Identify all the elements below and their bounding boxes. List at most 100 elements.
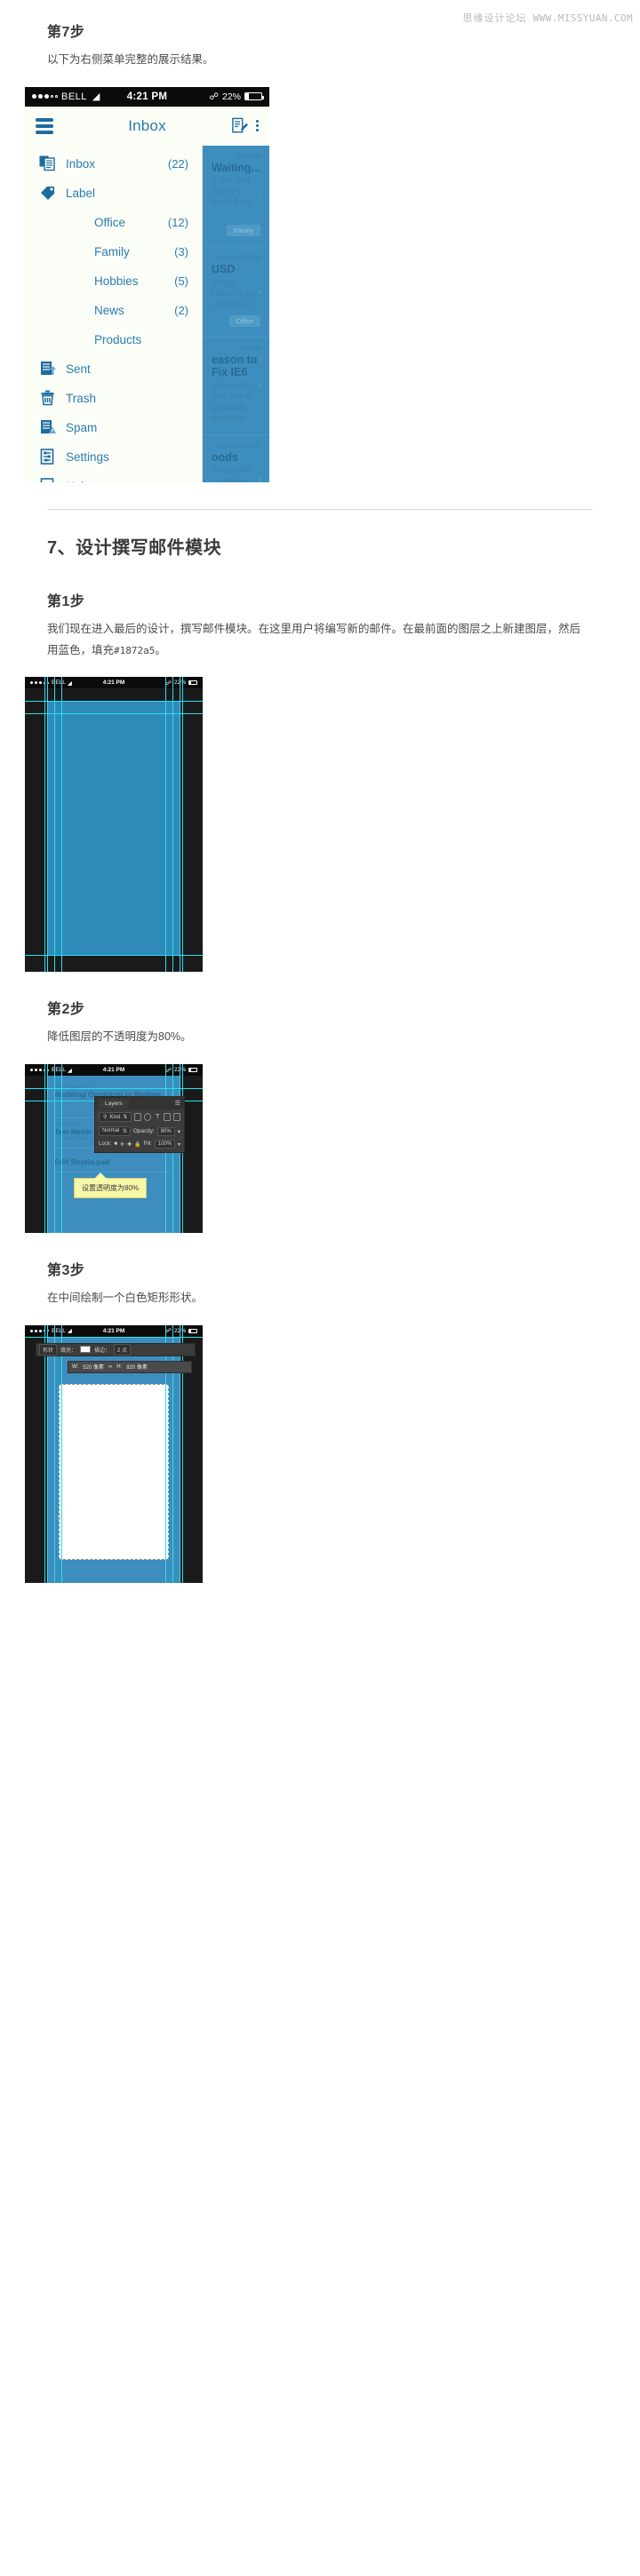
menu-label: Family bbox=[94, 244, 130, 258]
lock-brush-icon[interactable]: ✢ bbox=[120, 1141, 124, 1148]
blue-fill-layer bbox=[47, 701, 180, 957]
menu-count: (5) bbox=[174, 274, 188, 288]
nav-actions bbox=[232, 117, 259, 134]
email-date: Sunday, 16 Dec bbox=[216, 442, 260, 449]
spam-icon bbox=[37, 418, 57, 436]
email-subject: Edit Studio.psd bbox=[54, 1157, 110, 1167]
menu-label: Office bbox=[94, 215, 126, 229]
menu-item-settings[interactable]: Settings bbox=[25, 442, 203, 472]
fill-value[interactable]: 100% bbox=[154, 1140, 175, 1149]
chevron-updown-icon: ⇅ bbox=[123, 1115, 128, 1120]
filter-type-icon[interactable]: T bbox=[154, 1113, 161, 1121]
fill-color-swatch[interactable] bbox=[80, 1346, 92, 1354]
email-snippet: songs. Haven't ou can hear it bbox=[212, 277, 254, 310]
email-subject: oods bbox=[212, 450, 238, 464]
opacity-label: Opacity: bbox=[132, 1128, 155, 1134]
menu-sublabel-hobbies[interactable]: Hobbies (5) bbox=[25, 266, 203, 296]
lock-move-icon[interactable]: ✚ bbox=[127, 1141, 132, 1148]
step3-description: 在中间绘制一个白色矩形形状。 bbox=[47, 1292, 204, 1304]
tool-mode-dropdown[interactable]: 形状 bbox=[39, 1343, 58, 1356]
shape-options-bar: 形状 填充： 描边： 2 点 bbox=[36, 1342, 196, 1356]
guide-vertical bbox=[54, 1324, 55, 1583]
hamburger-menu-icon[interactable] bbox=[36, 117, 53, 134]
stroke-width-value[interactable]: 2 点 bbox=[114, 1343, 132, 1356]
blend-mode-dropdown[interactable]: Normal ⇅ bbox=[99, 1126, 131, 1136]
menu-sublabel-family[interactable]: Family (3) bbox=[25, 237, 203, 266]
guide-vertical bbox=[54, 1064, 55, 1233]
screenshot-opacity-80: BELL ◢ 4:21 PM ☍ 22% Alex, Dave, Rick We… bbox=[25, 1064, 203, 1233]
menu-sublabel-office[interactable]: Office (12) bbox=[25, 208, 203, 237]
menu-item-help[interactable]: ? Help bbox=[25, 472, 203, 482]
status-time: 4:21 PM bbox=[102, 1067, 125, 1073]
chevron-right-icon: › bbox=[258, 378, 262, 392]
email-date: 2:04 PM bbox=[236, 153, 260, 160]
chevron-right-icon: › bbox=[258, 473, 262, 482]
phone-status-bar: BELL ◢ 4:21 PM ☍ 22% bbox=[25, 677, 203, 689]
bluetooth-icon: ☍ bbox=[209, 91, 219, 102]
shape-dimension-hud: W: 520 像素 ∞ H: 820 像素 bbox=[68, 1360, 192, 1373]
email-row[interactable]: Thursd eason to Fix IE6 ugh about that a… bbox=[203, 338, 269, 435]
filter-adjustment-icon[interactable] bbox=[144, 1113, 152, 1121]
menu-item-sent[interactable]: Sent bbox=[25, 354, 203, 384]
menu-label: Help bbox=[66, 480, 188, 482]
email-row[interactable]: 2:04 PM Waiting... n our dad. The d in t… bbox=[203, 146, 269, 248]
guide-vertical bbox=[61, 1064, 62, 1233]
filter-row: ⚲ Kind ⇅ T bbox=[95, 1109, 184, 1125]
step1-color-code: #1872a5 bbox=[114, 644, 156, 656]
email-row[interactable]: Sunday, 14 Dec USD songs. Haven't ou can… bbox=[203, 247, 269, 338]
email-row[interactable]: Sunday, 16 Dec oods some skill on snow l… bbox=[203, 435, 269, 482]
chevron-down-icon[interactable]: ▾ bbox=[178, 1128, 180, 1135]
guide-horizontal bbox=[25, 955, 203, 957]
menu-label: Spam bbox=[66, 420, 98, 434]
guide-vertical bbox=[47, 1324, 48, 1583]
tab-layers[interactable]: Layers bbox=[99, 1098, 129, 1109]
panel-tab-bar: Layers ☰ bbox=[95, 1097, 184, 1109]
dimmed-email-list: 2:04 PM Waiting... n our dad. The d in t… bbox=[203, 145, 269, 482]
phone-status-bar: BELL ◢ 4:21 PM ☍ 22% bbox=[25, 86, 269, 107]
guide-horizontal bbox=[25, 701, 203, 703]
filter-shape-icon[interactable] bbox=[164, 1113, 172, 1121]
compose-icon[interactable] bbox=[232, 117, 248, 134]
lock-transparent-icon[interactable]: ■ bbox=[114, 1141, 117, 1147]
guide-vertical bbox=[47, 677, 48, 973]
status-time: 4:21 PM bbox=[102, 1327, 125, 1334]
width-value: 520 像素 bbox=[83, 1365, 104, 1371]
menu-label: Settings bbox=[66, 449, 109, 464]
menu-count: (2) bbox=[174, 303, 188, 317]
panel-menu-icon[interactable]: ☰ bbox=[175, 1100, 180, 1107]
site-watermark: 思缘设计论坛 WWW.MISSYUAN.COM bbox=[463, 11, 633, 25]
menu-label: News bbox=[94, 303, 124, 317]
search-icon: ⚲ bbox=[103, 1115, 108, 1120]
guide-horizontal bbox=[25, 713, 203, 715]
opacity-value[interactable]: 80% bbox=[156, 1126, 175, 1136]
blend-opacity-row: Normal ⇅ Opacity: 80% ▾ bbox=[95, 1125, 184, 1138]
menu-sublabel-products[interactable]: Products bbox=[25, 325, 203, 354]
email-date: Sunday, 14 Dec bbox=[216, 255, 260, 262]
chevron-down-icon[interactable]: ▾ bbox=[178, 1141, 180, 1148]
phone-status-bar: BELL ◢ 4:21 PM ☍ 22% bbox=[25, 1064, 203, 1076]
wifi-icon: ◢ bbox=[92, 91, 100, 103]
menu-label: Label bbox=[66, 186, 96, 200]
guide-vertical bbox=[61, 1324, 62, 1583]
fill-label: 填充： bbox=[60, 1348, 77, 1354]
menu-item-inbox[interactable]: Inbox (22) bbox=[25, 149, 203, 179]
chevron-right-icon: › bbox=[258, 187, 262, 202]
link-dimensions-icon[interactable]: ∞ bbox=[108, 1364, 112, 1370]
more-options-icon[interactable] bbox=[256, 120, 259, 132]
menu-item-spam[interactable]: Spam bbox=[25, 413, 203, 442]
status-bar-right: ☍ 22% bbox=[209, 91, 264, 102]
menu-sublabel-news[interactable]: News (2) bbox=[25, 296, 203, 325]
kind-filter-dropdown[interactable]: ⚲ Kind ⇅ bbox=[99, 1112, 132, 1122]
filter-image-icon[interactable] bbox=[134, 1113, 142, 1121]
filter-smartobject-icon[interactable] bbox=[173, 1113, 180, 1121]
battery-icon bbox=[244, 92, 264, 101]
section-divider bbox=[47, 508, 593, 510]
menu-item-trash[interactable]: Trash bbox=[25, 384, 203, 413]
watermark-url: WWW.MISSYUAN.COM bbox=[532, 12, 633, 24]
lock-all-icon[interactable]: 🔒 bbox=[134, 1141, 140, 1148]
lock-fill-row: Lock: ■ ✢ ✚ 🔒 Fill: 100% ▾ bbox=[95, 1138, 184, 1152]
email-snippet: some skill on snow layer bbox=[212, 465, 251, 482]
menu-label: Products bbox=[94, 332, 142, 346]
white-rectangle-shape bbox=[59, 1383, 169, 1560]
menu-item-label[interactable]: Label bbox=[25, 179, 203, 208]
